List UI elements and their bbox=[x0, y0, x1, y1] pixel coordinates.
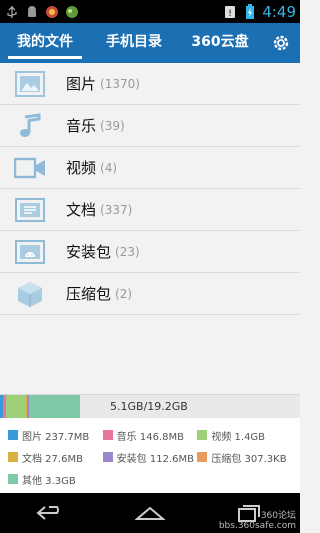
item-label: 文档 bbox=[66, 201, 97, 219]
image-icon bbox=[0, 63, 60, 105]
home-icon bbox=[135, 506, 165, 520]
list-item[interactable]: 图片 (1370) bbox=[0, 63, 300, 105]
legend-swatch bbox=[197, 452, 208, 462]
archive-icon bbox=[0, 273, 60, 315]
item-label: 视频 bbox=[66, 159, 97, 177]
legend-item: 安装包 112.6MB bbox=[102, 450, 198, 465]
legend-swatch bbox=[102, 452, 113, 462]
legend-swatch bbox=[102, 430, 113, 440]
legend-item: 音乐 146.8MB bbox=[102, 428, 198, 443]
status-bar: ! 4:49 bbox=[0, 0, 300, 23]
document-icon bbox=[0, 189, 60, 231]
item-label: 图片 bbox=[66, 75, 97, 93]
legend-swatch bbox=[8, 430, 18, 440]
usb-icon bbox=[4, 4, 20, 20]
legend-swatch bbox=[8, 474, 18, 484]
item-count: (39) bbox=[100, 118, 125, 133]
item-label: 音乐 bbox=[66, 117, 97, 135]
app-icon-2 bbox=[64, 4, 80, 20]
gear-icon bbox=[273, 35, 289, 51]
legend-swatch bbox=[197, 430, 208, 440]
navigation-bar: 360论坛 bbs.360safe.com bbox=[0, 493, 300, 533]
item-count: (337) bbox=[100, 202, 133, 217]
storage-legend: 图片 237.7MB 音乐 146.8MB 视频 1.4GB 文档 27.6MB… bbox=[0, 418, 300, 493]
legend-swatch bbox=[8, 452, 18, 462]
legend-item: 图片 237.7MB bbox=[8, 428, 103, 443]
back-icon bbox=[36, 506, 59, 520]
tab-my-files[interactable]: 我的文件 bbox=[0, 23, 90, 63]
notification-icons bbox=[4, 4, 80, 20]
legend-item: 压缩包 307.3KB bbox=[197, 450, 292, 465]
legend-item: 视频 1.4GB bbox=[197, 428, 292, 443]
svg-text:!: ! bbox=[229, 9, 233, 19]
list-item[interactable]: 视频 (4) bbox=[0, 147, 300, 189]
tab-bar: 我的文件 手机目录 360云盘 bbox=[0, 23, 300, 63]
item-count: (1370) bbox=[100, 76, 140, 91]
video-icon bbox=[0, 147, 60, 189]
item-count: (23) bbox=[115, 244, 140, 259]
category-list: 图片 (1370) 音乐 (39) 视频 (4) 文档 (337) 安装包 (2… bbox=[0, 63, 300, 315]
item-label: 安装包 bbox=[66, 243, 112, 261]
battery-charging-icon bbox=[242, 3, 258, 20]
back-button[interactable] bbox=[20, 493, 80, 533]
clock: 4:49 bbox=[262, 2, 296, 21]
list-item[interactable]: 压缩包 (2) bbox=[0, 273, 300, 315]
tab-phone-directory[interactable]: 手机目录 bbox=[90, 23, 178, 63]
music-icon bbox=[0, 105, 60, 147]
item-count: (2) bbox=[115, 286, 133, 301]
settings-button[interactable] bbox=[262, 23, 300, 63]
storage-usage-bar: 5.1GB/19.2GB bbox=[0, 394, 300, 419]
storage-usage-text: 5.1GB/19.2GB bbox=[110, 400, 188, 413]
list-item[interactable]: 音乐 (39) bbox=[0, 105, 300, 147]
list-item[interactable]: 文档 (337) bbox=[0, 189, 300, 231]
watermark: 360论坛 bbs.360safe.com bbox=[218, 511, 296, 531]
package-icon bbox=[0, 231, 60, 273]
item-count: (4) bbox=[100, 160, 118, 175]
home-button[interactable] bbox=[120, 493, 180, 533]
app-icon bbox=[44, 4, 60, 20]
tab-360-cloud[interactable]: 360云盘 bbox=[178, 23, 262, 63]
storage-segment-other bbox=[29, 395, 80, 419]
legend-item: 其他 3.3GB bbox=[8, 472, 104, 487]
legend-item: 文档 27.6MB bbox=[8, 450, 103, 465]
list-item[interactable]: 安装包 (23) bbox=[0, 231, 300, 273]
item-label: 压缩包 bbox=[66, 285, 112, 303]
sim-alert-icon: ! bbox=[222, 4, 238, 20]
storage-segment-video bbox=[6, 395, 26, 419]
android-icon bbox=[24, 4, 40, 20]
